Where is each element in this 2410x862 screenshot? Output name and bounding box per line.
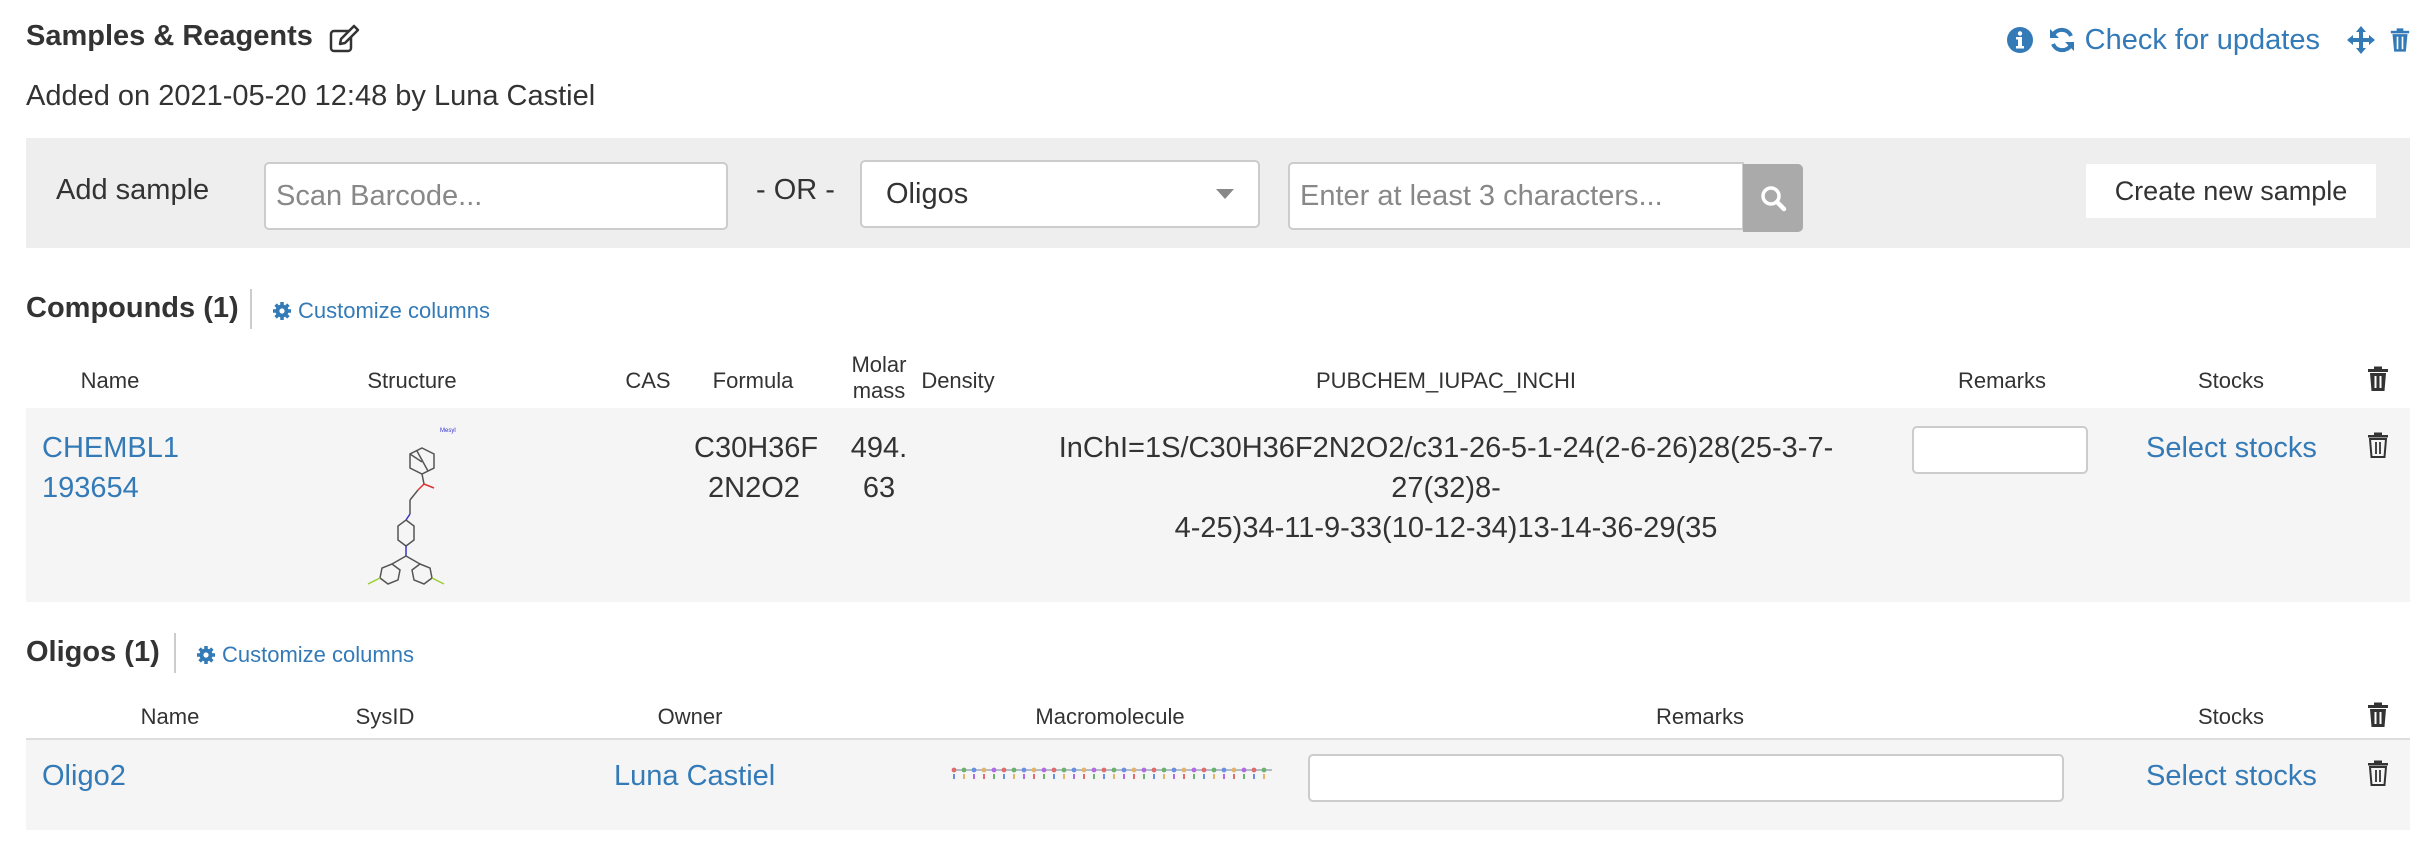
oligo-remarks-input[interactable] [1308, 754, 2064, 802]
barcode-input[interactable] [264, 162, 728, 230]
col-remarks: Remarks [1957, 368, 2046, 393]
compound-molar-mass: 494. 63 [850, 432, 908, 504]
compound-remarks-input[interactable] [1912, 426, 2088, 474]
col-name: Name [140, 704, 200, 729]
search-button[interactable] [1743, 164, 1803, 232]
col-cas: CAS [625, 368, 671, 393]
divider [174, 633, 176, 673]
compound-formula: C30H36F 2N2O2 [694, 432, 819, 504]
col-owner: Owner [657, 704, 723, 729]
col-inchi: PUBCHEM_IUPAC_INCHI [1316, 368, 1576, 393]
select-stocks-link[interactable]: Select stocks [2146, 756, 2317, 796]
info-icon[interactable] [2005, 25, 2035, 55]
sample-search-input[interactable] [1288, 162, 1744, 230]
create-new-sample-button[interactable]: Create new sample [2086, 164, 2376, 218]
select-stocks-link[interactable]: Select stocks [2146, 428, 2317, 468]
compounds-title: Compounds (1) [26, 292, 239, 324]
customize-columns-label: Customize columns [222, 642, 414, 667]
page-title: Samples & Reagents [26, 20, 313, 52]
customize-columns-label: Customize columns [298, 298, 490, 323]
col-structure: Structure [367, 368, 457, 393]
trash-icon[interactable] [2390, 25, 2410, 55]
compound-name-link[interactable]: CHEMBL1 193654 [42, 428, 179, 508]
caret-down-icon [1216, 189, 1234, 199]
structure-image: Mesyl [367, 428, 456, 585]
sample-type-value: Oligos [886, 177, 969, 210]
search-icon [1761, 186, 1787, 212]
added-info: Added on 2021-05-20 12:48 by Luna Castie… [26, 80, 596, 112]
col-macromolecule: Macromolecule [1035, 704, 1185, 729]
trash-icon[interactable] [2367, 702, 2389, 728]
compounds-customize-columns[interactable]: Customize columns [272, 298, 490, 324]
header-actions: Check for updates [2005, 20, 2410, 60]
oligo-name-link[interactable]: Oligo2 [42, 756, 126, 796]
oligos-customize-columns[interactable]: Customize columns [196, 642, 414, 668]
divider [250, 289, 252, 329]
col-molar-mass: Molar mass [851, 352, 907, 403]
or-separator: - OR - [756, 174, 835, 206]
svg-text:Mesyl: Mesyl [440, 428, 456, 434]
move-icon[interactable] [2346, 25, 2376, 55]
gear-icon [197, 646, 215, 664]
trash-icon[interactable] [2367, 760, 2389, 786]
col-sysid: SysID [355, 704, 415, 729]
refresh-icon [2049, 27, 2074, 53]
trash-icon[interactable] [2367, 432, 2389, 458]
sample-type-select[interactable]: Oligos [860, 160, 1260, 228]
oligo-owner-link[interactable]: Luna Castiel [614, 756, 775, 796]
add-sample-label: Add sample [56, 174, 210, 206]
col-remarks: Remarks [1655, 704, 1744, 729]
col-stocks: Stocks [2197, 704, 2265, 729]
check-updates-button[interactable]: Check for updates [2047, 24, 2320, 57]
col-formula: Formula [712, 368, 794, 393]
trash-icon[interactable] [2367, 366, 2389, 392]
compound-inchi: InChI=1S/C30H36F2N2O2/c31-26-5-1-24(2-6-… [1058, 432, 1834, 544]
edit-icon[interactable] [328, 24, 360, 56]
col-density: Density [921, 368, 995, 393]
col-name: Name [80, 368, 140, 393]
gear-icon [273, 302, 291, 320]
check-updates-label: Check for updates [2084, 23, 2320, 56]
macromolecule-image [951, 767, 1272, 779]
oligos-title: Oligos (1) [26, 636, 160, 668]
col-stocks: Stocks [2197, 368, 2265, 393]
